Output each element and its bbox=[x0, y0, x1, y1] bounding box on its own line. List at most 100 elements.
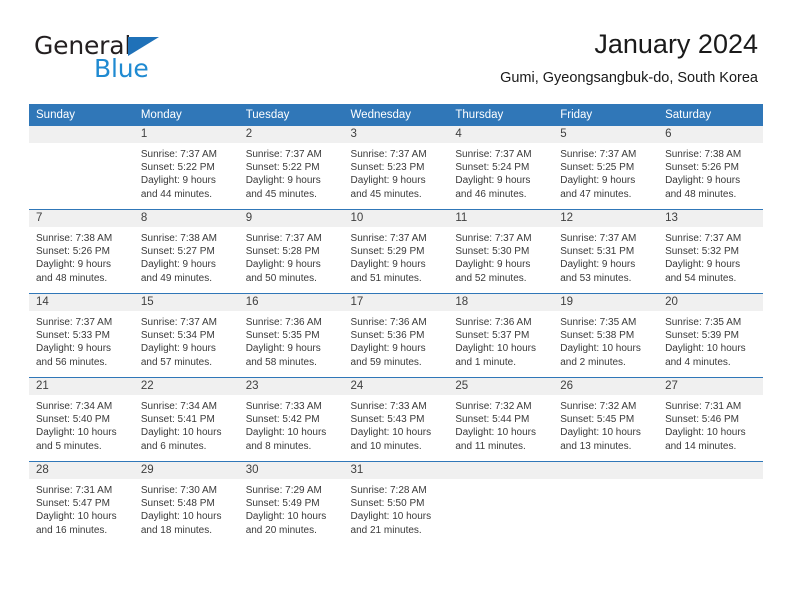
day-details: Sunrise: 7:37 AM Sunset: 5:22 PM Daylight:… bbox=[134, 143, 239, 201]
sunset-text: Sunset: 5:32 PM bbox=[665, 246, 739, 258]
day-details: Sunrise: 7:31 AM Sunset: 5:46 PM Daylight:… bbox=[658, 395, 763, 453]
sunset-text: Sunset: 5:48 PM bbox=[140, 498, 215, 510]
calendar-week-row: 1 Sunrise: 7:37 AM Sunset: 5:22 PM Daylight… bbox=[29, 126, 763, 210]
daylight-text: Daylight: 9 hours and 54 minutes. bbox=[665, 259, 741, 284]
day-number: 31 bbox=[343, 462, 449, 479]
calendar-cell-day[interactable]: 29 Sunrise: 7:30 AM Sunset: 5:48 PM Dayligh… bbox=[133, 461, 239, 545]
calendar-cell-day[interactable]: 30 Sunrise: 7:29 AM Sunset: 5:49 PM Dayligh… bbox=[238, 461, 344, 545]
page-title: January 2024 bbox=[594, 29, 758, 59]
sunrise-text: Sunrise: 7:32 AM bbox=[560, 401, 637, 412]
calendar-cell-empty bbox=[658, 461, 763, 545]
day-details: Sunrise: 7:37 AM Sunset: 5:23 PM Daylight:… bbox=[344, 143, 449, 201]
calendar-header-row: Sunday Monday Tuesday Wednesday Thursday Frid… bbox=[29, 104, 763, 126]
calendar-cell-day[interactable]: 23 Sunrise: 7:33 AM Sunset: 5:42 PM Dayligh… bbox=[238, 377, 344, 462]
calendar-cell-day[interactable]: 6 Sunrise: 7:38 AM Sunset: 5:26 PM Daylight… bbox=[658, 126, 763, 210]
day-details: Sunrise: 7:35 AM Sunset: 5:39 PM Daylight:… bbox=[658, 311, 763, 369]
day-number: 7 bbox=[29, 210, 134, 227]
day-details: Sunrise: 7:33 AM Sunset: 5:43 PM Daylight:… bbox=[344, 395, 449, 453]
weekday-header-sunday: Sunday bbox=[29, 104, 134, 126]
calendar-week-row: 28 Sunrise: 7:31 AM Sunset: 5:47 PM Dayligh… bbox=[29, 461, 763, 545]
general-blue-logo[interactable]: General Blue bbox=[34, 32, 214, 83]
day-details: Sunrise: 7:28 AM Sunset: 5:50 PM Daylight:… bbox=[344, 479, 449, 537]
sunrise-text: Sunrise: 7:38 AM bbox=[140, 233, 217, 244]
calendar-cell-day[interactable]: 24 Sunrise: 7:33 AM Sunset: 5:43 PM Dayligh… bbox=[343, 377, 449, 462]
calendar-cell-day[interactable]: 7 Sunrise: 7:38 AM Sunset: 5:26 PM Daylight… bbox=[29, 209, 134, 294]
calendar-cell-day[interactable]: 28 Sunrise: 7:31 AM Sunset: 5:47 PM Dayligh… bbox=[29, 461, 134, 545]
sunset-text: Sunset: 5:24 PM bbox=[455, 162, 530, 174]
calendar-cell-day[interactable]: 13 Sunrise: 7:37 AM Sunset: 5:32 PM Dayligh… bbox=[658, 209, 763, 294]
calendar-cell-day[interactable]: 25 Sunrise: 7:32 AM Sunset: 5:44 PM Dayligh… bbox=[448, 377, 554, 462]
calendar-cell-day[interactable]: 19 Sunrise: 7:35 AM Sunset: 5:38 PM Dayligh… bbox=[553, 293, 659, 378]
calendar-cell-day[interactable]: 4 Sunrise: 7:37 AM Sunset: 5:24 PM Daylight… bbox=[448, 126, 554, 210]
sunset-text: Sunset: 5:23 PM bbox=[350, 162, 425, 174]
day-number: 20 bbox=[658, 294, 763, 311]
day-number: 30 bbox=[238, 462, 344, 479]
sunrise-text: Sunrise: 7:29 AM bbox=[245, 485, 322, 496]
calendar-cell-day[interactable]: 21 Sunrise: 7:34 AM Sunset: 5:40 PM Dayligh… bbox=[29, 377, 134, 462]
daylight-text: Daylight: 9 hours and 56 minutes. bbox=[36, 343, 112, 368]
page-subtitle: Gumi, Gyeongsangbuk-do, South Korea bbox=[500, 70, 758, 86]
day-details: Sunrise: 7:37 AM Sunset: 5:24 PM Daylight:… bbox=[448, 143, 553, 201]
calendar-cell-day[interactable]: 12 Sunrise: 7:37 AM Sunset: 5:31 PM Dayligh… bbox=[553, 209, 659, 294]
day-number: 27 bbox=[658, 378, 763, 395]
day-number: 12 bbox=[553, 210, 659, 227]
daylight-text: Daylight: 10 hours and 20 minutes. bbox=[245, 511, 327, 536]
calendar-cell-day[interactable]: 1 Sunrise: 7:37 AM Sunset: 5:22 PM Daylight… bbox=[133, 126, 239, 210]
day-number: 17 bbox=[343, 294, 449, 311]
calendar-cell-day[interactable]: 15 Sunrise: 7:37 AM Sunset: 5:34 PM Dayligh… bbox=[133, 293, 239, 378]
sunrise-text: Sunrise: 7:37 AM bbox=[560, 233, 637, 244]
daylight-text: Daylight: 10 hours and 8 minutes. bbox=[245, 427, 327, 452]
sunrise-text: Sunrise: 7:36 AM bbox=[350, 317, 427, 328]
calendar-cell-day[interactable]: 27 Sunrise: 7:31 AM Sunset: 5:46 PM Dayligh… bbox=[658, 377, 763, 462]
sunrise-text: Sunrise: 7:37 AM bbox=[350, 149, 427, 160]
sunrise-text: Sunrise: 7:34 AM bbox=[36, 401, 113, 412]
calendar-cell-day[interactable]: 11 Sunrise: 7:37 AM Sunset: 5:30 PM Dayligh… bbox=[448, 209, 554, 294]
calendar-cell-day[interactable]: 31 Sunrise: 7:28 AM Sunset: 5:50 PM Dayligh… bbox=[343, 461, 449, 545]
day-details: Sunrise: 7:37 AM Sunset: 5:33 PM Daylight:… bbox=[29, 311, 134, 369]
daylight-text: Daylight: 10 hours and 1 minute. bbox=[455, 343, 536, 368]
calendar-cell-day[interactable]: 9 Sunrise: 7:37 AM Sunset: 5:28 PM Daylight… bbox=[238, 209, 344, 294]
day-details: Sunrise: 7:37 AM Sunset: 5:29 PM Daylight:… bbox=[344, 227, 449, 285]
day-number: 4 bbox=[448, 126, 554, 143]
calendar-cell-day[interactable]: 16 Sunrise: 7:36 AM Sunset: 5:35 PM Dayligh… bbox=[238, 293, 344, 378]
calendar-cell-day[interactable]: 18 Sunrise: 7:36 AM Sunset: 5:37 PM Dayligh… bbox=[448, 293, 554, 378]
daylight-text: Daylight: 10 hours and 6 minutes. bbox=[140, 427, 222, 452]
day-number: 3 bbox=[343, 126, 449, 143]
day-details: Sunrise: 7:37 AM Sunset: 5:30 PM Daylight:… bbox=[448, 227, 553, 285]
calendar-cell-day[interactable]: 20 Sunrise: 7:35 AM Sunset: 5:39 PM Dayligh… bbox=[658, 293, 763, 378]
sunset-text: Sunset: 5:45 PM bbox=[560, 414, 635, 426]
calendar-cell-day[interactable]: 8 Sunrise: 7:38 AM Sunset: 5:27 PM Daylight… bbox=[133, 209, 239, 294]
calendar-cell-day[interactable]: 14 Sunrise: 7:37 AM Sunset: 5:33 PM Dayligh… bbox=[29, 293, 134, 378]
calendar-cell-day[interactable]: 2 Sunrise: 7:37 AM Sunset: 5:22 PM Daylight… bbox=[238, 126, 344, 210]
sunset-text: Sunset: 5:36 PM bbox=[350, 330, 425, 342]
daylight-text: Daylight: 9 hours and 45 minutes. bbox=[245, 175, 321, 200]
calendar-cell-day[interactable]: 10 Sunrise: 7:37 AM Sunset: 5:29 PM Dayligh… bbox=[343, 209, 449, 294]
sunrise-text: Sunrise: 7:38 AM bbox=[36, 233, 113, 244]
day-number: 6 bbox=[658, 126, 763, 143]
daylight-text: Daylight: 10 hours and 16 minutes. bbox=[36, 511, 117, 536]
sunset-text: Sunset: 5:28 PM bbox=[245, 246, 320, 258]
day-details: Sunrise: 7:30 AM Sunset: 5:48 PM Daylight:… bbox=[134, 479, 239, 537]
calendar-body: 1 Sunrise: 7:37 AM Sunset: 5:22 PM Daylight… bbox=[29, 126, 763, 545]
title-block: January 2024 Gumi, Gyeongsangbuk-do, Sou… bbox=[500, 28, 758, 87]
sunset-text: Sunset: 5:42 PM bbox=[245, 414, 320, 426]
day-details: Sunrise: 7:37 AM Sunset: 5:28 PM Daylight:… bbox=[239, 227, 344, 285]
sunset-text: Sunset: 5:43 PM bbox=[350, 414, 425, 426]
calendar-cell-day[interactable]: 26 Sunrise: 7:32 AM Sunset: 5:45 PM Dayligh… bbox=[553, 377, 659, 462]
calendar-cell-day[interactable]: 5 Sunrise: 7:37 AM Sunset: 5:25 PM Daylight… bbox=[553, 126, 659, 210]
day-details: Sunrise: 7:38 AM Sunset: 5:26 PM Daylight:… bbox=[658, 143, 763, 201]
daylight-text: Daylight: 10 hours and 5 minutes. bbox=[36, 427, 117, 452]
weekday-header-monday: Monday bbox=[133, 104, 239, 126]
day-details: Sunrise: 7:37 AM Sunset: 5:22 PM Daylight:… bbox=[239, 143, 344, 201]
day-number: 25 bbox=[448, 378, 554, 395]
calendar-cell-day[interactable]: 17 Sunrise: 7:36 AM Sunset: 5:36 PM Dayligh… bbox=[343, 293, 449, 378]
day-details: Sunrise: 7:36 AM Sunset: 5:35 PM Daylight:… bbox=[239, 311, 344, 369]
day-number: 18 bbox=[448, 294, 554, 311]
sunrise-text: Sunrise: 7:30 AM bbox=[140, 485, 217, 496]
day-details: Sunrise: 7:37 AM Sunset: 5:32 PM Daylight:… bbox=[658, 227, 763, 285]
calendar-cell-day[interactable]: 3 Sunrise: 7:37 AM Sunset: 5:23 PM Daylight… bbox=[343, 126, 449, 210]
page-header: General Blue January 2024 Gumi, Gyeongsa… bbox=[0, 0, 792, 96]
day-number: 28 bbox=[29, 462, 134, 479]
day-number: 16 bbox=[238, 294, 344, 311]
calendar-cell-day[interactable]: 22 Sunrise: 7:34 AM Sunset: 5:41 PM Dayligh… bbox=[133, 377, 239, 462]
